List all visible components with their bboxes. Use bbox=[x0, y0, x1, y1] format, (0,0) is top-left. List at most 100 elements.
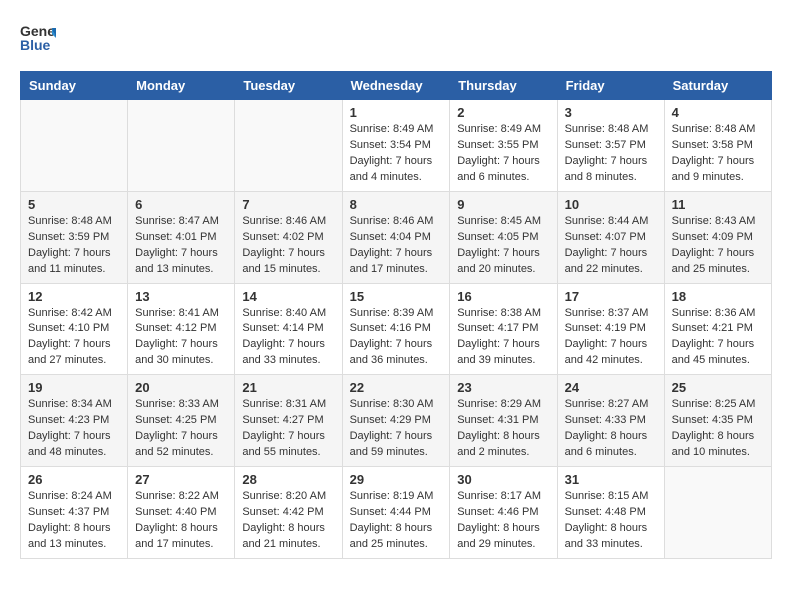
day-info: Sunrise: 8:29 AM Sunset: 4:31 PM Dayligh… bbox=[457, 397, 549, 461]
day-info: Sunrise: 8:46 AM Sunset: 4:02 PM Dayligh… bbox=[242, 214, 334, 278]
day-cell: 23 Sunrise: 8:29 AM Sunset: 4:31 PM Dayli… bbox=[450, 375, 557, 467]
weekday-header-row: SundayMondayTuesdayWednesdayThursdayFrid… bbox=[21, 72, 772, 100]
day-info: Sunrise: 8:45 AM Sunset: 4:05 PM Dayligh… bbox=[457, 214, 549, 278]
day-info: Sunrise: 8:33 AM Sunset: 4:25 PM Dayligh… bbox=[135, 397, 227, 461]
day-number: 14 bbox=[242, 289, 334, 304]
day-info: Sunrise: 8:31 AM Sunset: 4:27 PM Dayligh… bbox=[242, 397, 334, 461]
day-number: 23 bbox=[457, 380, 549, 395]
logo-graphic: General Blue bbox=[20, 20, 56, 61]
day-number: 11 bbox=[672, 197, 764, 212]
day-number: 29 bbox=[350, 472, 443, 487]
day-cell: 15 Sunrise: 8:39 AM Sunset: 4:16 PM Dayli… bbox=[342, 283, 450, 375]
day-number: 18 bbox=[672, 289, 764, 304]
day-number: 25 bbox=[672, 380, 764, 395]
week-row-3: 12 Sunrise: 8:42 AM Sunset: 4:10 PM Dayli… bbox=[21, 283, 772, 375]
day-info: Sunrise: 8:15 AM Sunset: 4:48 PM Dayligh… bbox=[565, 489, 657, 553]
weekday-header-saturday: Saturday bbox=[664, 72, 771, 100]
day-info: Sunrise: 8:17 AM Sunset: 4:46 PM Dayligh… bbox=[457, 489, 549, 553]
day-number: 4 bbox=[672, 105, 764, 120]
day-cell bbox=[21, 100, 128, 192]
day-cell bbox=[128, 100, 235, 192]
day-number: 22 bbox=[350, 380, 443, 395]
day-number: 30 bbox=[457, 472, 549, 487]
day-number: 10 bbox=[565, 197, 657, 212]
day-cell: 2Sunrise: 8:49 AM Sunset: 3:55 PM Daylig… bbox=[450, 100, 557, 192]
calendar: SundayMondayTuesdayWednesdayThursdayFrid… bbox=[20, 71, 772, 559]
logo: General Blue bbox=[20, 20, 56, 61]
day-cell: 7 Sunrise: 8:46 AM Sunset: 4:02 PM Daylig… bbox=[235, 191, 342, 283]
day-number: 19 bbox=[28, 380, 120, 395]
weekday-header-tuesday: Tuesday bbox=[235, 72, 342, 100]
weekday-header-monday: Monday bbox=[128, 72, 235, 100]
weekday-header-thursday: Thursday bbox=[450, 72, 557, 100]
day-info: Sunrise: 8:39 AM Sunset: 4:16 PM Dayligh… bbox=[350, 306, 443, 370]
day-number: 8 bbox=[350, 197, 443, 212]
day-info: Sunrise: 8:25 AM Sunset: 4:35 PM Dayligh… bbox=[672, 397, 764, 461]
day-number: 9 bbox=[457, 197, 549, 212]
day-number: 12 bbox=[28, 289, 120, 304]
day-info: Sunrise: 8:24 AM Sunset: 4:37 PM Dayligh… bbox=[28, 489, 120, 553]
day-cell: 10 Sunrise: 8:44 AM Sunset: 4:07 PM Dayli… bbox=[557, 191, 664, 283]
day-info: Sunrise: 8:30 AM Sunset: 4:29 PM Dayligh… bbox=[350, 397, 443, 461]
day-cell: 22 Sunrise: 8:30 AM Sunset: 4:29 PM Dayli… bbox=[342, 375, 450, 467]
day-number: 15 bbox=[350, 289, 443, 304]
day-cell: 4 Sunrise: 8:48 AM Sunset: 3:58 PM Daylig… bbox=[664, 100, 771, 192]
header: General Blue bbox=[20, 20, 772, 61]
day-number: 28 bbox=[242, 472, 334, 487]
day-info: Sunrise: 8:22 AM Sunset: 4:40 PM Dayligh… bbox=[135, 489, 227, 553]
day-cell bbox=[235, 100, 342, 192]
day-cell: 13 Sunrise: 8:41 AM Sunset: 4:12 PM Dayli… bbox=[128, 283, 235, 375]
day-info: Sunrise: 8:41 AM Sunset: 4:12 PM Dayligh… bbox=[135, 306, 227, 370]
day-cell: 1 Sunrise: 8:49 AM Sunset: 3:54 PM Daylig… bbox=[342, 100, 450, 192]
day-number: 20 bbox=[135, 380, 227, 395]
day-cell: 26 Sunrise: 8:24 AM Sunset: 4:37 PM Dayli… bbox=[21, 467, 128, 559]
day-cell: 25 Sunrise: 8:25 AM Sunset: 4:35 PM Dayli… bbox=[664, 375, 771, 467]
day-number: 6 bbox=[135, 197, 227, 212]
day-cell: 29 Sunrise: 8:19 AM Sunset: 4:44 PM Dayli… bbox=[342, 467, 450, 559]
weekday-header-friday: Friday bbox=[557, 72, 664, 100]
week-row-1: 1 Sunrise: 8:49 AM Sunset: 3:54 PM Daylig… bbox=[21, 100, 772, 192]
day-cell: 28 Sunrise: 8:20 AM Sunset: 4:42 PM Dayli… bbox=[235, 467, 342, 559]
day-cell: 16 Sunrise: 8:38 AM Sunset: 4:17 PM Dayli… bbox=[450, 283, 557, 375]
day-info: Sunrise: 8:44 AM Sunset: 4:07 PM Dayligh… bbox=[565, 214, 657, 278]
day-cell: 27 Sunrise: 8:22 AM Sunset: 4:40 PM Dayli… bbox=[128, 467, 235, 559]
day-cell: 14Sunrise: 8:40 AM Sunset: 4:14 PM Dayli… bbox=[235, 283, 342, 375]
day-number: 16 bbox=[457, 289, 549, 304]
day-cell: 30 Sunrise: 8:17 AM Sunset: 4:46 PM Dayli… bbox=[450, 467, 557, 559]
day-cell: 6Sunrise: 8:47 AM Sunset: 4:01 PM Daylig… bbox=[128, 191, 235, 283]
weekday-header-wednesday: Wednesday bbox=[342, 72, 450, 100]
day-number: 24 bbox=[565, 380, 657, 395]
day-info: Sunrise: 8:38 AM Sunset: 4:17 PM Dayligh… bbox=[457, 306, 549, 370]
day-cell: 9 Sunrise: 8:45 AM Sunset: 4:05 PM Daylig… bbox=[450, 191, 557, 283]
day-info: Sunrise: 8:48 AM Sunset: 3:57 PM Dayligh… bbox=[565, 122, 657, 186]
weekday-header-sunday: Sunday bbox=[21, 72, 128, 100]
day-cell: 24 Sunrise: 8:27 AM Sunset: 4:33 PM Dayli… bbox=[557, 375, 664, 467]
day-info: Sunrise: 8:19 AM Sunset: 4:44 PM Dayligh… bbox=[350, 489, 443, 553]
day-cell: 3 Sunrise: 8:48 AM Sunset: 3:57 PM Daylig… bbox=[557, 100, 664, 192]
day-cell: 19 Sunrise: 8:34 AM Sunset: 4:23 PM Dayli… bbox=[21, 375, 128, 467]
day-cell: 31Sunrise: 8:15 AM Sunset: 4:48 PM Dayli… bbox=[557, 467, 664, 559]
day-cell: 12 Sunrise: 8:42 AM Sunset: 4:10 PM Dayli… bbox=[21, 283, 128, 375]
day-number: 3 bbox=[565, 105, 657, 120]
day-info: Sunrise: 8:48 AM Sunset: 3:59 PM Dayligh… bbox=[28, 214, 120, 278]
day-number: 1 bbox=[350, 105, 443, 120]
week-row-4: 19 Sunrise: 8:34 AM Sunset: 4:23 PM Dayli… bbox=[21, 375, 772, 467]
day-info: Sunrise: 8:20 AM Sunset: 4:42 PM Dayligh… bbox=[242, 489, 334, 553]
svg-text:Blue: Blue bbox=[20, 37, 51, 53]
day-number: 13 bbox=[135, 289, 227, 304]
day-info: Sunrise: 8:34 AM Sunset: 4:23 PM Dayligh… bbox=[28, 397, 120, 461]
day-number: 7 bbox=[242, 197, 334, 212]
day-info: Sunrise: 8:36 AM Sunset: 4:21 PM Dayligh… bbox=[672, 306, 764, 370]
day-number: 26 bbox=[28, 472, 120, 487]
day-cell bbox=[664, 467, 771, 559]
day-cell: 17Sunrise: 8:37 AM Sunset: 4:19 PM Dayli… bbox=[557, 283, 664, 375]
day-cell: 18 Sunrise: 8:36 AM Sunset: 4:21 PM Dayli… bbox=[664, 283, 771, 375]
day-cell: 11Sunrise: 8:43 AM Sunset: 4:09 PM Dayli… bbox=[664, 191, 771, 283]
week-row-5: 26 Sunrise: 8:24 AM Sunset: 4:37 PM Dayli… bbox=[21, 467, 772, 559]
day-info: Sunrise: 8:46 AM Sunset: 4:04 PM Dayligh… bbox=[350, 214, 443, 278]
day-info: Sunrise: 8:42 AM Sunset: 4:10 PM Dayligh… bbox=[28, 306, 120, 370]
day-info: Sunrise: 8:48 AM Sunset: 3:58 PM Dayligh… bbox=[672, 122, 764, 186]
day-info: Sunrise: 8:49 AM Sunset: 3:54 PM Dayligh… bbox=[350, 122, 443, 186]
day-info: Sunrise: 8:27 AM Sunset: 4:33 PM Dayligh… bbox=[565, 397, 657, 461]
day-number: 27 bbox=[135, 472, 227, 487]
